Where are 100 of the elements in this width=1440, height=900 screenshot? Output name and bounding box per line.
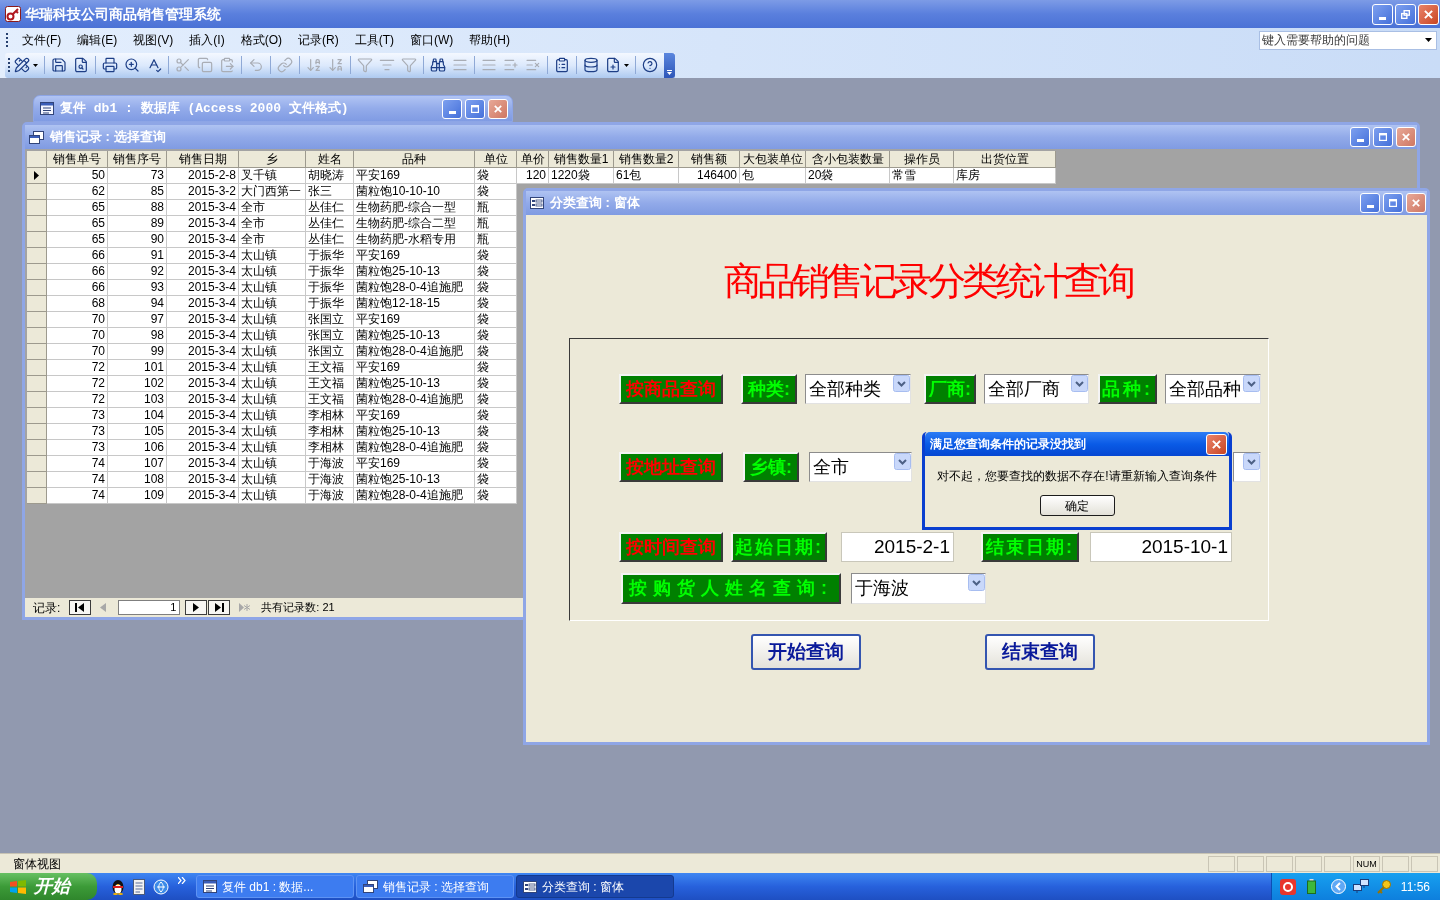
minimize-button[interactable] <box>1360 193 1380 213</box>
table-cell: 包 <box>740 168 806 184</box>
dropdown-field[interactable]: 全市 <box>809 452 912 482</box>
printer-icon[interactable] <box>102 57 118 73</box>
close-button[interactable] <box>1418 3 1439 25</box>
menu-item[interactable]: 窗口(W) <box>402 30 462 50</box>
table-cell: 103 <box>108 392 167 408</box>
dropdown-field[interactable]: 于海波 <box>851 573 986 604</box>
dropdown-arrow-icon[interactable] <box>1425 38 1432 42</box>
menu-item[interactable]: 文件(F) <box>14 30 70 50</box>
chevrons-right-icon[interactable] <box>178 877 186 884</box>
globe-icon[interactable] <box>153 878 169 895</box>
command-button[interactable]: 开始查询 <box>751 634 861 670</box>
file-search-icon[interactable] <box>73 57 89 73</box>
pencil-ruler-icon[interactable] <box>14 57 30 73</box>
battery-icon[interactable] <box>1306 879 1316 894</box>
table-cell: 2015-3-4 <box>167 424 239 440</box>
minimize-button[interactable] <box>442 98 462 119</box>
table-cell: 于振华 <box>306 280 354 296</box>
key-icon[interactable] <box>1375 878 1392 895</box>
menu-item[interactable]: 记录(R) <box>290 30 347 50</box>
maximize-button[interactable] <box>1383 193 1403 213</box>
close-button[interactable] <box>1396 127 1416 147</box>
help-icon[interactable] <box>642 57 658 73</box>
table-cell: 袋 <box>475 312 517 328</box>
last-record-button[interactable] <box>208 600 231 615</box>
date-field[interactable]: 2015-2-1 <box>841 532 954 562</box>
save-icon[interactable] <box>51 57 67 73</box>
magnifier-icon[interactable] <box>124 57 140 73</box>
table-cell: 2015-3-4 <box>167 200 239 216</box>
dropdown-field[interactable]: 全部种类 <box>805 374 911 404</box>
close-button[interactable] <box>488 98 508 119</box>
table-cell: 105 <box>108 424 167 440</box>
record-count: 共有记录数: 21 <box>261 600 335 616</box>
dropdown-field[interactable]: 全部厂商 <box>984 374 1089 404</box>
table-cell: 菌粒饱28-0-4追施肥 <box>354 440 475 456</box>
taskbar-button[interactable]: 销售记录 : 选择查询 <box>356 875 514 898</box>
ok-button[interactable]: 确定 <box>1039 495 1115 516</box>
table-cell: 2015-3-4 <box>167 280 239 296</box>
table-cell: 袋 <box>475 408 517 424</box>
table-cell: 74 <box>47 472 108 488</box>
minimize-button[interactable] <box>1372 3 1393 25</box>
caret-icon[interactable] <box>33 63 38 67</box>
table-cell: 袋 <box>475 440 517 456</box>
menu-item[interactable]: 格式(O) <box>232 30 290 50</box>
table-cell: 常雪 <box>890 168 954 184</box>
first-record-button[interactable] <box>69 600 92 615</box>
dropdown-field[interactable]: 全部品种 <box>1165 374 1261 404</box>
table-cell: 王文福 <box>306 392 354 408</box>
table-cell: 丛佳仁 <box>306 200 354 216</box>
table-cell: 70 <box>47 312 108 328</box>
grip-icon[interactable] <box>6 32 9 48</box>
table-cell: 66 <box>47 248 108 264</box>
spell-check-icon[interactable] <box>146 57 162 73</box>
maximize-button[interactable] <box>1373 127 1393 147</box>
file-plus-icon[interactable] <box>605 57 621 73</box>
field-label: 起始日期: <box>731 532 827 562</box>
table-cell: 菌粒饱10-10-10 <box>354 184 475 200</box>
menu-item[interactable]: 视图(V) <box>125 30 182 50</box>
record-number-field[interactable]: 1 <box>118 600 181 615</box>
dropdown-field[interactable] <box>1233 452 1261 482</box>
table-cell: 平安169 <box>354 248 475 264</box>
row-selector[interactable] <box>27 168 47 184</box>
restore-button[interactable] <box>1395 3 1416 25</box>
table-cell: 1220袋 <box>549 168 614 184</box>
clock: 11:56 <box>1400 878 1430 896</box>
toolbar-options-button[interactable] <box>664 52 675 78</box>
next-record-button[interactable] <box>185 600 208 615</box>
taskbar-button[interactable]: 分类查询 : 窗体 <box>516 875 674 898</box>
command-button[interactable]: 结束查询 <box>985 634 1095 670</box>
table-cell: 于振华 <box>306 248 354 264</box>
date-field[interactable]: 2015-10-1 <box>1090 532 1232 562</box>
taskbar-button[interactable]: 复件 db1 : 数据... <box>196 875 354 898</box>
table-cell: 菌粒饱28-0-4追施肥 <box>354 488 475 504</box>
maximize-button[interactable] <box>465 98 485 119</box>
table-cell: 张国立 <box>306 344 354 360</box>
table-cell: 73 <box>47 408 108 424</box>
network-icon[interactable] <box>1352 879 1369 894</box>
close-button[interactable] <box>1206 433 1227 455</box>
table-cell: 94 <box>108 296 167 312</box>
menu-item[interactable]: 插入(I) <box>181 30 233 50</box>
notepad-icon[interactable] <box>133 878 145 895</box>
table-cell: 全市 <box>239 216 306 232</box>
input-method-icon[interactable] <box>1279 878 1296 895</box>
binoculars-icon[interactable] <box>430 57 446 73</box>
caret-icon[interactable] <box>624 63 629 67</box>
database-icon[interactable] <box>583 57 599 73</box>
menu-item[interactable]: 编辑(E) <box>69 30 126 50</box>
grip-icon[interactable] <box>8 57 11 73</box>
chevron-left-icon[interactable] <box>1330 879 1346 894</box>
caret-icon[interactable] <box>667 69 672 75</box>
penguin-icon[interactable] <box>111 878 125 895</box>
help-question-field[interactable]: 键入需要帮助的问题 <box>1259 30 1437 50</box>
close-button[interactable] <box>1406 193 1426 213</box>
dialog-message: 对不起，您要查找的数据不存在!请重新输入查询条件 <box>937 468 1217 485</box>
clipboard-list-icon[interactable] <box>554 57 570 73</box>
menu-item[interactable]: 工具(T) <box>346 30 402 50</box>
table-cell: 菌粒饱12-18-15 <box>354 296 475 312</box>
minimize-button[interactable] <box>1350 127 1370 147</box>
menu-item[interactable]: 帮助(H) <box>461 30 518 50</box>
